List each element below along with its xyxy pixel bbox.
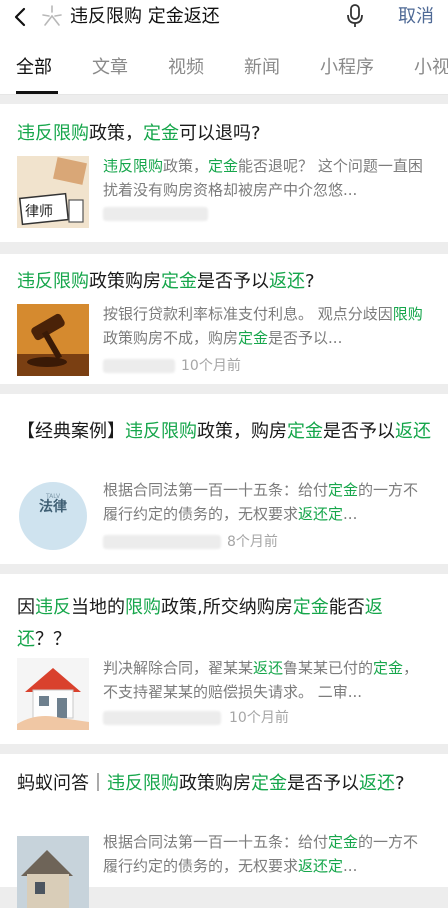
keyword-highlight: 违反限购 (17, 123, 89, 144)
text-segment: 是否予以 (287, 773, 359, 794)
text-segment: ... (343, 857, 358, 875)
search-input[interactable]: 违反限购 定金返还 (70, 3, 220, 31)
tab-articles[interactable]: 文章 (92, 56, 128, 80)
text-segment: 可以退吗? (179, 123, 261, 144)
tab-short-videos[interactable]: 小视 (414, 56, 448, 80)
keyword-highlight: 定金 (373, 659, 404, 677)
text-segment: 蚂蚁问答｜ (17, 773, 107, 794)
text-segment: 【经典案例】 (17, 421, 125, 442)
result-title[interactable]: 【经典案例】违反限购政策，购房定金是否予以返还 (17, 416, 435, 448)
tab-mini-programs[interactable]: 小程序 (320, 56, 374, 80)
keyword-highlight: 返还 (395, 421, 431, 442)
keyword-highlight: 定金 (143, 123, 179, 144)
text-segment: 政策购房不成，购房 (103, 329, 239, 347)
text-segment: 按银行贷款利率标准支付利息。 观点分歧因 (103, 305, 393, 323)
keyword-highlight: 违反 (35, 597, 71, 618)
keyword-highlight: 定金 (328, 833, 359, 851)
keyword-highlight: 定金 (251, 773, 287, 794)
house-thumbnail (17, 658, 89, 730)
law-thumbnail: TALV 法律 (17, 480, 89, 552)
keyword-highlight: 返还 (253, 659, 284, 677)
text-segment: 当地的 (71, 597, 125, 618)
keyword-highlight: 返还 (359, 773, 395, 794)
result-title[interactable]: 违反限购政策购房定金是否予以返还? (17, 266, 435, 298)
result-time: 8个月前 (227, 534, 278, 550)
result-snippet: 根据合同法第一百一十五条：给付定金的一方不履行约定的债务的，无权要求返还定... (103, 478, 433, 526)
keyword-highlight: 返还定 (298, 505, 344, 523)
result-snippet: 判决解除合同，翟某某返还鲁某某已付的定金，不支持翟某某的赔偿损失请求。 二审..… (103, 656, 433, 704)
keyword-highlight: 违反限购 (107, 773, 179, 794)
microphone-icon[interactable] (346, 3, 364, 29)
keyword-highlight: 定金 (208, 157, 239, 175)
thumbnail-text: 法律 (39, 498, 67, 515)
result-source: 10个月前 (103, 708, 289, 728)
result-snippet: 按银行贷款利率标准支付利息。 观点分歧因限购政策购房不成，购房定金是否予以... (103, 302, 433, 350)
keyword-highlight: 限购 (392, 305, 423, 323)
text-segment: 政策， (163, 157, 209, 175)
text-segment: 政策,所交纳购房 (161, 597, 293, 618)
active-tab-indicator (16, 91, 58, 94)
keyword-highlight: 定金 (287, 421, 323, 442)
result-source (103, 204, 208, 224)
result-card[interactable]: 蚂蚁问答｜违反限购政策购房定金是否予以返还? 根据合同法第一百一十五条：给付定金… (0, 754, 448, 908)
back-arrow-icon[interactable] (10, 6, 32, 28)
result-card[interactable]: 【经典案例】违反限购政策，购房定金是否予以返还 TALV 法律 根据合同法第一百… (0, 394, 448, 564)
result-card[interactable]: 违反限购政策购房定金是否予以返还? 按银行贷款利率标准支付利息。 观点分歧因限购… (0, 254, 448, 384)
tab-videos[interactable]: 视频 (168, 56, 204, 80)
result-card[interactable]: 违反限购政策，定金可以退吗? 律师 违反限购政策，定金能否退呢？ 这个问题一直困… (0, 104, 448, 242)
text-segment: ？？ (35, 629, 71, 650)
text-segment: ? (305, 271, 315, 292)
text-segment: 因 (17, 597, 35, 618)
tab-all[interactable]: 全部 (16, 56, 52, 80)
text-segment: 判决解除合同，翟某某 (103, 659, 254, 677)
text-segment: 根据合同法第一百一十五条：给付 (103, 833, 329, 851)
result-title[interactable]: 因违反当地的限购政策,所交纳购房定金能否返还？？ (17, 592, 435, 656)
thumbnail-text: 律师 (25, 204, 53, 220)
result-title[interactable]: 蚂蚁问答｜违反限购政策购房定金是否予以返还? (17, 768, 435, 800)
text-segment: ? (395, 773, 405, 794)
keyword-highlight: 返还 (269, 271, 305, 292)
keyword-highlight: 定金 (328, 481, 359, 499)
text-segment: ... (343, 505, 358, 523)
text-segment: 能否 (328, 597, 365, 618)
cancel-button[interactable]: 取消 (398, 3, 434, 31)
text-segment: 政策购房 (89, 271, 161, 292)
keyword-highlight: 限购 (125, 597, 161, 618)
result-snippet: 违反限购政策，定金能否退呢？ 这个问题一直困扰着没有购房资格却被房产中介忽悠..… (103, 154, 433, 202)
keyword-highlight: 定金 (161, 271, 197, 292)
gavel-thumbnail (17, 304, 89, 376)
keyword-highlight: 返还定 (298, 857, 344, 875)
result-time: 10个月前 (229, 710, 289, 726)
result-time: 10个月前 (181, 358, 241, 374)
text-segment: 政策，购房 (197, 421, 287, 442)
text-segment: 根据合同法第一百一十五条：给付 (103, 481, 329, 499)
keyword-highlight: 定金 (292, 597, 329, 618)
text-segment: 是否予以 (197, 271, 269, 292)
result-title[interactable]: 违反限购政策，定金可以退吗? (17, 118, 435, 150)
keyword-highlight: 违反限购 (17, 271, 89, 292)
tab-news[interactable]: 新闻 (244, 56, 280, 80)
text-segment: 政策购房 (179, 773, 251, 794)
text-segment: 是否予以... (268, 329, 343, 347)
search-bar: 违反限购 定金返还 取消 (0, 0, 448, 36)
result-snippet: 根据合同法第一百一十五条：给付定金的一方不履行约定的债务的，无权要求返还定... (103, 830, 433, 878)
cottage-thumbnail (17, 836, 89, 908)
text-segment: 鲁某某已付的 (283, 659, 374, 677)
result-card[interactable]: 因违反当地的限购政策,所交纳购房定金能否返还？？ 判决解除合同，翟某某返还鲁某某… (0, 574, 448, 744)
result-source: 8个月前 (103, 532, 278, 552)
keyword-highlight: 违反限购 (125, 421, 197, 442)
search-logo-icon (42, 5, 62, 26)
category-tabs: 全部 文章 视频 新闻 小程序 小视 (0, 36, 448, 95)
text-segment: 政策， (89, 123, 143, 144)
text-segment: 是否予以 (323, 421, 395, 442)
result-source: 10个月前 (103, 356, 241, 376)
keyword-highlight: 违反限购 (103, 157, 164, 175)
lawyer-thumbnail: 律师 (17, 156, 89, 228)
keyword-highlight: 定金 (238, 329, 269, 347)
